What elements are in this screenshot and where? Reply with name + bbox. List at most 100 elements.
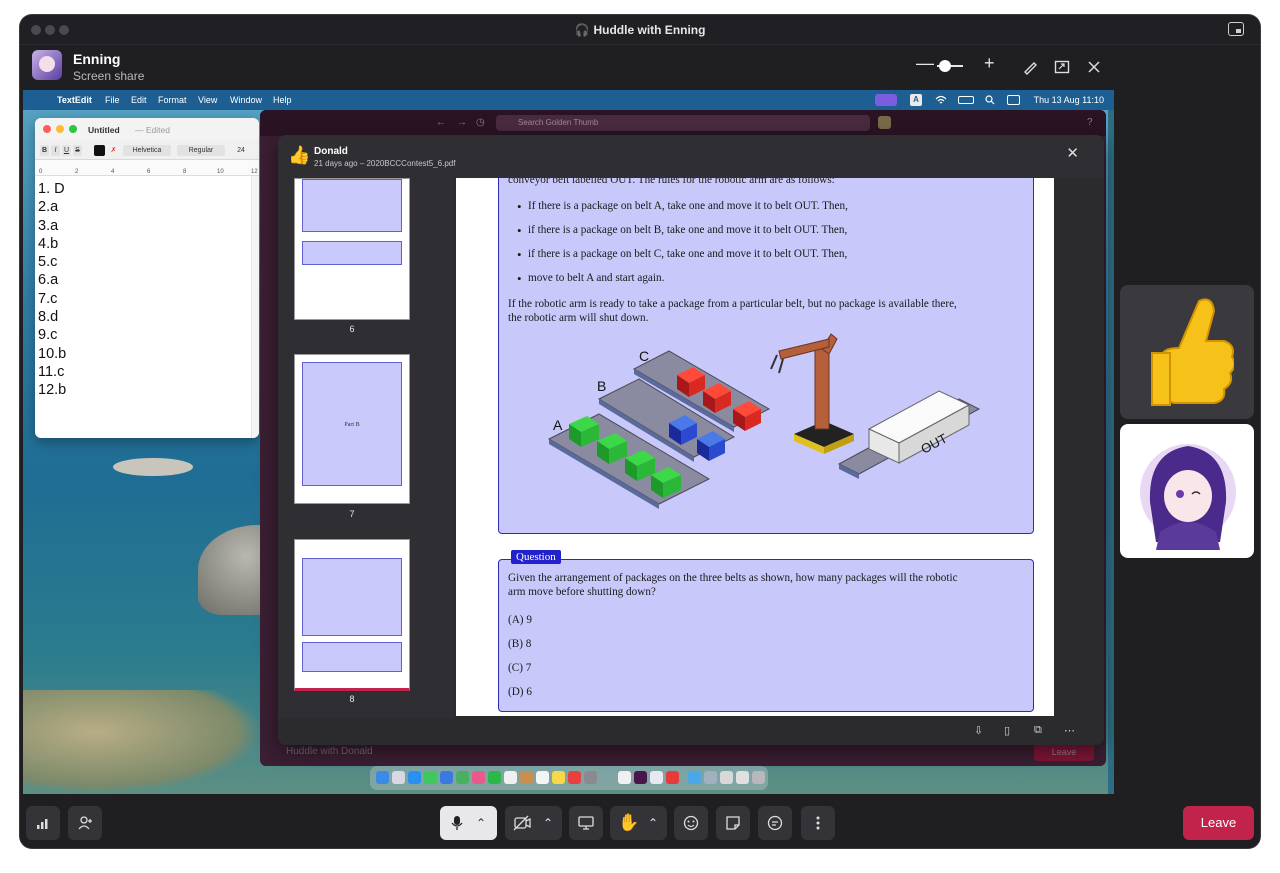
text-color-swatch[interactable] <box>94 145 105 156</box>
wifi-icon[interactable] <box>935 95 947 105</box>
italic-button[interactable]: I <box>51 145 60 156</box>
connection-stats-button[interactable] <box>26 806 60 840</box>
notes-icon[interactable] <box>552 771 565 784</box>
camera-toggle[interactable]: ⌃ <box>505 806 562 840</box>
help-icon[interactable]: ? <box>1087 117 1093 128</box>
menu-help[interactable]: Help <box>273 95 292 105</box>
chevron-up-icon[interactable]: ⌃ <box>476 806 486 840</box>
slack-search-input[interactable]: Search Golden Thumb <box>496 115 870 131</box>
contacts-icon[interactable] <box>520 771 533 784</box>
stickers-button[interactable] <box>716 806 750 840</box>
draw-pencil-icon[interactable] <box>1022 59 1038 75</box>
answer-line: 11.c <box>38 363 65 380</box>
trash-icon[interactable] <box>752 771 765 784</box>
reminders-icon[interactable] <box>536 771 549 784</box>
smiley-icon <box>683 815 699 831</box>
title-bar: 🎧 Huddle with Enning <box>20 15 1260 45</box>
font-size-field[interactable]: 24 <box>233 145 249 156</box>
control-center-icon[interactable] <box>1007 95 1020 105</box>
textedit-dock-icon[interactable] <box>618 771 631 784</box>
page-thumbnails: 6 Part B 7 8 <box>278 178 455 718</box>
menu-app-name[interactable]: TextEdit <box>57 95 92 105</box>
textedit-zoom-dot[interactable] <box>69 125 77 133</box>
huddle-label[interactable]: Huddle with Donald <box>286 746 373 757</box>
strikethrough-button[interactable]: S <box>73 145 82 156</box>
launchpad-icon[interactable] <box>392 771 405 784</box>
share-screen-button[interactable] <box>569 806 603 840</box>
menu-edit[interactable]: Edit <box>131 95 147 105</box>
zoom-in-button[interactable]: + <box>984 53 995 73</box>
finder-icon[interactable] <box>376 771 389 784</box>
page-thumbnail-6[interactable] <box>294 178 410 320</box>
underline-button[interactable]: U <box>62 145 71 156</box>
fullscreen-icon[interactable] <box>1054 59 1070 75</box>
safari-icon[interactable] <box>408 771 421 784</box>
battery-icon[interactable] <box>958 96 974 104</box>
clear-format-icon[interactable]: ✗ <box>109 145 118 156</box>
calendar-icon[interactable] <box>504 771 517 784</box>
page-thumbnail-7[interactable]: Part B <box>294 354 410 504</box>
avatar[interactable] <box>32 50 62 80</box>
zoom-out-button[interactable]: — <box>916 53 934 73</box>
history-clock-icon[interactable]: ◷ <box>476 117 485 128</box>
preview-dock-icon[interactable] <box>650 771 663 784</box>
mac-menu-bar: TextEdit File Edit Format View Window He… <box>23 90 1114 110</box>
slack-leave-button[interactable]: Leave <box>1034 743 1094 761</box>
back-arrow-icon[interactable]: ← <box>436 117 446 128</box>
forward-arrow-icon[interactable]: → <box>457 117 467 128</box>
pdf-dock-icon[interactable] <box>666 771 679 784</box>
slack-dock-icon[interactable] <box>634 771 647 784</box>
recents-stack-icon[interactable] <box>720 771 733 784</box>
settings-icon[interactable] <box>584 771 597 784</box>
textedit-minimize-dot[interactable] <box>56 125 64 133</box>
textedit-close-dot[interactable] <box>43 125 51 133</box>
picture-in-picture-icon[interactable] <box>1228 22 1244 36</box>
screen-share-indicator-icon[interactable] <box>875 94 897 106</box>
thread-button[interactable] <box>758 806 792 840</box>
menu-window[interactable]: Window <box>230 95 262 105</box>
copy-icon[interactable]: ⧉ <box>1034 724 1042 737</box>
menu-clock[interactable]: Thu 13 Aug 11:10 <box>1034 95 1104 105</box>
zoom-slider[interactable] <box>937 60 963 72</box>
screenshots-stack-icon[interactable] <box>736 771 749 784</box>
facetime-icon[interactable] <box>488 771 501 784</box>
messages-icon[interactable] <box>424 771 437 784</box>
mail-icon[interactable] <box>440 771 453 784</box>
close-share-icon[interactable] <box>1086 59 1102 75</box>
sender-name[interactable]: Donald <box>314 146 348 157</box>
document-body[interactable]: 1. D 2.a 3.a 4.b 5.c 6.a 7.c 8.d 9.c 10.… <box>38 180 248 400</box>
participant-tile-enning[interactable] <box>1120 424 1254 558</box>
menu-view[interactable]: View <box>198 95 217 105</box>
answer-line: 6.a <box>38 272 59 289</box>
raise-hand-button[interactable]: ✋ ⌃ <box>610 806 667 840</box>
more-options-icon[interactable]: ⋯ <box>1064 724 1075 737</box>
add-people-button[interactable] <box>68 806 102 840</box>
music-icon[interactable] <box>568 771 581 784</box>
bold-button[interactable]: B <box>40 145 49 156</box>
menu-file[interactable]: File <box>105 95 120 105</box>
participant-tile-donald[interactable] <box>1120 285 1254 419</box>
document-scrollbar[interactable] <box>251 176 259 438</box>
downloads-folder-icon[interactable] <box>688 771 701 784</box>
input-source-icon[interactable]: A <box>910 94 922 106</box>
maps-icon[interactable] <box>456 771 469 784</box>
split-view-icon[interactable]: ▯ <box>1004 724 1010 737</box>
font-style-select[interactable]: Regular <box>177 145 225 156</box>
chevron-up-icon[interactable]: ⌃ <box>648 806 658 840</box>
photos-icon[interactable] <box>472 771 485 784</box>
page-thumbnail-8[interactable] <box>294 539 410 691</box>
leave-button[interactable]: Leave <box>1183 806 1254 840</box>
text-ruler[interactable]: 0 2 4 6 8 10 12 <box>35 160 259 176</box>
reactions-button[interactable] <box>674 806 708 840</box>
font-family-select[interactable]: Helvetica <box>123 145 171 156</box>
close-viewer-icon[interactable]: ✕ <box>1066 144 1079 162</box>
menu-format[interactable]: Format <box>158 95 187 105</box>
documents-folder-icon[interactable] <box>704 771 717 784</box>
download-icon[interactable]: ⇩ <box>974 724 983 737</box>
microphone-toggle[interactable]: ⌃ <box>440 806 497 840</box>
workspace-icon[interactable] <box>878 116 891 129</box>
spotlight-search-icon[interactable] <box>985 95 995 105</box>
chevron-up-icon[interactable]: ⌃ <box>543 806 553 840</box>
textedit-titlebar: Untitled — Edited <box>35 118 259 140</box>
more-actions-button[interactable] <box>801 806 835 840</box>
